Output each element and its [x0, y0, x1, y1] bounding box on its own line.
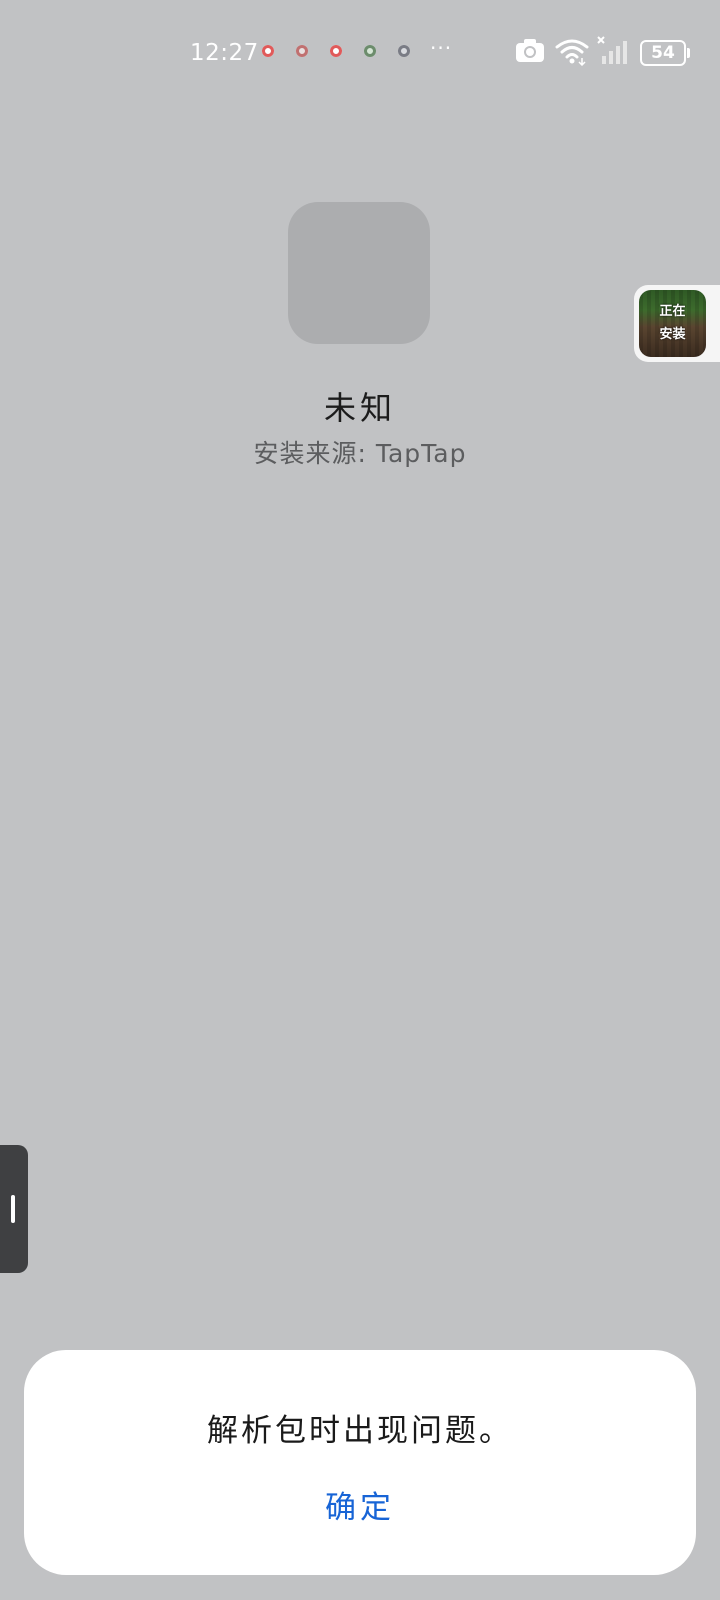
- app-notif-icon: [296, 45, 308, 57]
- error-dialog: 解析包时出现问题。 确定: [24, 1350, 696, 1575]
- app-icon-placeholder: [288, 202, 430, 344]
- battery-cap: [687, 48, 690, 58]
- green-app-icon: [364, 45, 376, 57]
- install-source: 安装来源: TapTap: [253, 439, 467, 468]
- battery-icon: 54: [640, 40, 690, 66]
- status-bar: 12:27 ··· 54: [0, 0, 720, 110]
- installing-widget[interactable]: 正在 安装: [634, 285, 720, 362]
- installing-label-line2: 安装: [659, 327, 686, 342]
- installing-label-line1: 正在: [659, 304, 686, 319]
- red-record-icon: [262, 45, 274, 57]
- status-time: 12:27: [190, 40, 259, 66]
- dialog-message: 解析包时出现问题。: [207, 1413, 513, 1449]
- installing-app-thumbnail: 正在 安装: [639, 290, 706, 357]
- more-notifications-icon: ···: [430, 36, 453, 60]
- confirm-button[interactable]: 确定: [310, 1482, 410, 1532]
- camera-icon: [516, 39, 544, 62]
- screen: 12:27 ··· 54 未知 安装来源: TapTap 正在 安装 解析包时出…: [0, 0, 720, 1600]
- edge-drawer-handle[interactable]: [0, 1145, 28, 1273]
- wifi-icon: [555, 39, 589, 66]
- handle-grip-icon: [11, 1195, 15, 1223]
- gray-app-icon: [398, 45, 410, 57]
- signal-icon: [597, 36, 627, 64]
- red-record-icon: [330, 45, 342, 57]
- app-name: 未知: [323, 389, 396, 427]
- battery-level: 54: [651, 43, 675, 63]
